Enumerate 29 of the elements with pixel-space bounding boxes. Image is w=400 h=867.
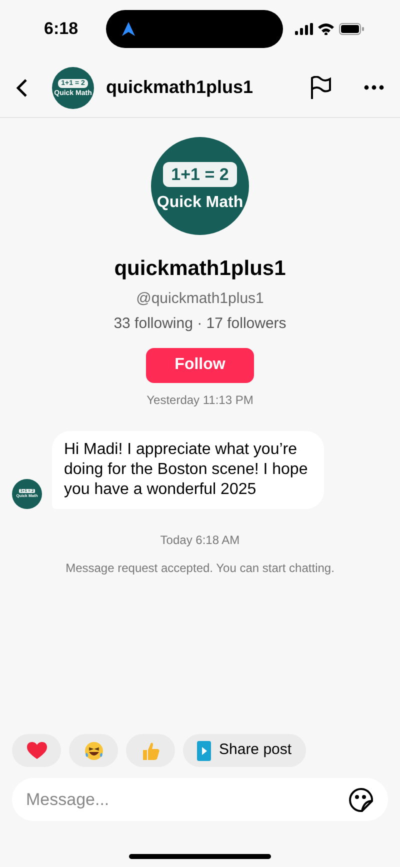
share-post-button[interactable]: Share post xyxy=(183,734,306,767)
battery-icon xyxy=(339,23,364,35)
signal-icon xyxy=(295,23,313,35)
header-title[interactable]: quickmath1plus1 xyxy=(106,74,298,101)
play-icon xyxy=(197,740,211,760)
message-input[interactable]: Message... xyxy=(26,786,348,812)
message-field[interactable]: Message... xyxy=(12,778,388,821)
reaction-button[interactable] xyxy=(12,734,61,767)
profile-handle: @quickmath1plus1 xyxy=(136,288,264,308)
status-time: 6:18 xyxy=(44,18,78,40)
heart-icon xyxy=(26,742,46,760)
laughing-face-icon xyxy=(84,740,104,760)
profile-name: quickmath1plus1 xyxy=(114,256,286,282)
follow-button[interactable]: Follow xyxy=(146,348,254,382)
logo-equation: 1+1 = 2 xyxy=(163,162,237,186)
back-icon[interactable] xyxy=(16,78,28,98)
message-timestamp: Today 6:18 AM xyxy=(159,532,241,548)
message-bubble: Hi Madi! I appreciate what you’re doing for the Boston scene! I hope you have a wonderful 2025 xyxy=(52,430,324,508)
more-icon[interactable] xyxy=(364,85,384,90)
profile-stats: 33 following · 17 followers xyxy=(114,314,286,334)
logo-wordmark: Quick Math xyxy=(156,194,244,210)
reaction-button[interactable] xyxy=(69,734,118,767)
thumbs-up-icon xyxy=(140,740,160,760)
location-arrow-icon xyxy=(122,22,136,36)
flag-icon[interactable] xyxy=(310,76,332,100)
wifi-icon xyxy=(318,23,334,35)
sticker-icon[interactable] xyxy=(348,786,374,812)
message-timestamp: Yesterday 11:13 PM xyxy=(146,392,254,408)
system-message: Message request accepted. You can start chatting. xyxy=(64,560,336,576)
